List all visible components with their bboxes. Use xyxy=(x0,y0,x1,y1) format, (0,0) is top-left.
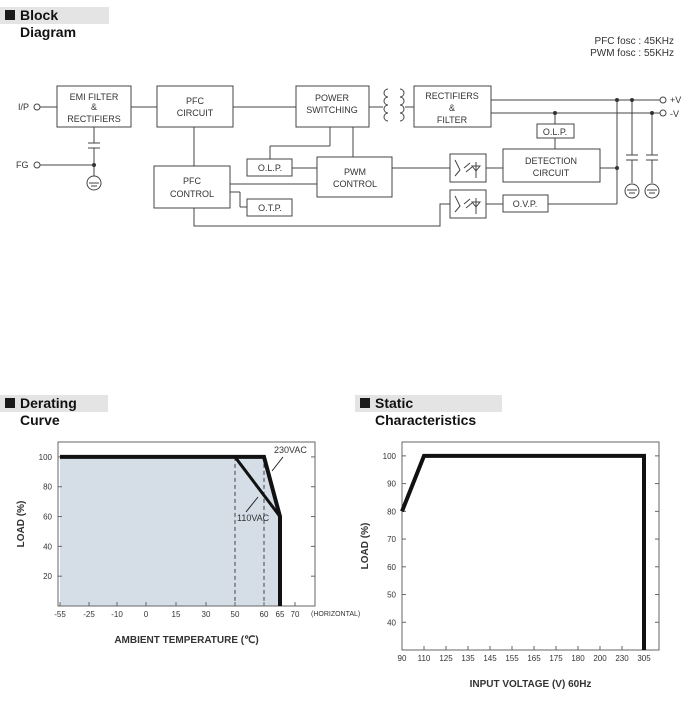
x-tick-label: 200 xyxy=(593,654,607,663)
y-tick-label: 100 xyxy=(383,452,397,461)
x-tick-label: 155 xyxy=(505,654,519,663)
y-tick-label: 90 xyxy=(387,480,396,489)
x-tick-label: 175 xyxy=(549,654,563,663)
y-tick-label: 70 xyxy=(387,535,396,544)
x-tick-label: 90 xyxy=(398,654,407,663)
x-tick-label: 145 xyxy=(483,654,497,663)
x-tick-label: 305 xyxy=(637,654,651,663)
x-tick-label: 180 xyxy=(571,654,585,663)
x-tick-label: 125 xyxy=(439,654,453,663)
y-tick-label: 50 xyxy=(387,591,396,600)
static-chart: 40 50 60 70 80 90 100 90 110 125 135 145 155 165 175 18… xyxy=(360,441,660,690)
x-tick-label: 165 xyxy=(527,654,541,663)
y-tick-label: 80 xyxy=(387,507,396,516)
x-tick-label: 135 xyxy=(461,654,475,663)
plot-frame xyxy=(401,441,660,651)
y-tick-label: 60 xyxy=(387,563,396,572)
y-axis-label: LOAD (%) xyxy=(360,523,371,570)
series-line-0 xyxy=(400,453,646,650)
y-tick-label: 40 xyxy=(387,618,396,627)
x-tick-label: 110 xyxy=(418,654,431,663)
x-axis-label: INPUT VOLTAGE (V) 60Hz xyxy=(470,679,592,690)
x-tick-label: 230 xyxy=(615,654,629,663)
